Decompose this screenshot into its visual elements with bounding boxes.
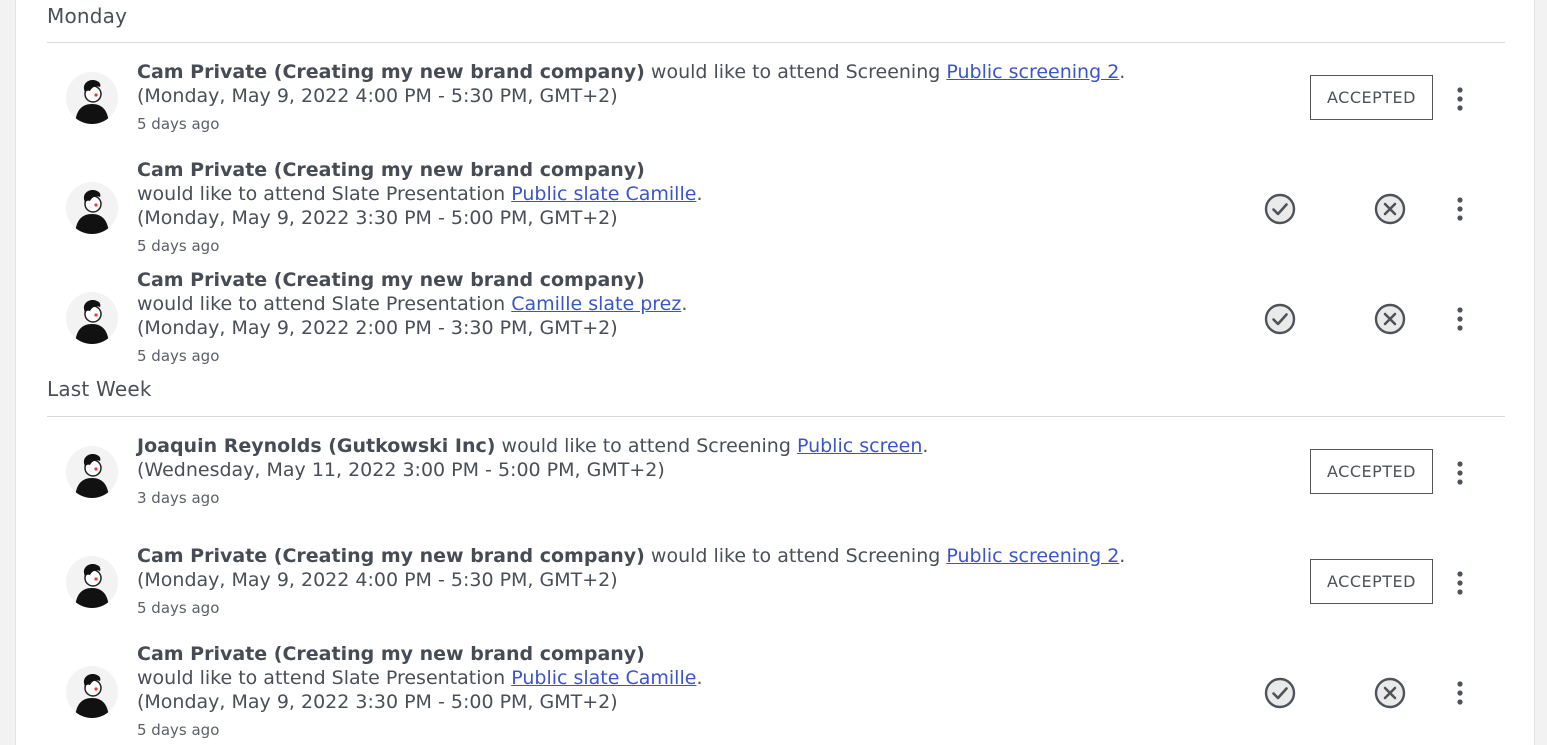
period: . [922,435,929,457]
more-vertical-icon[interactable] [1448,303,1472,335]
notification-row: Cam Private (Creating my new brand compa… [16,158,1534,258]
notification-line: Cam Private (Creating my new brand compa… [137,60,1237,84]
period: . [696,667,703,689]
notification-action: would like to attend Screening [644,61,947,83]
user-avatar-icon[interactable] [66,556,118,608]
period: . [1119,545,1126,567]
notification-action: would like to attend Slate Presentation [137,183,512,205]
notifications-panel: Monday Cam Private (Creating my new bran… [15,0,1535,745]
event-link[interactable]: Camille slate prez [511,293,681,315]
notification-row: Cam Private (Creating my new brand compa… [16,268,1534,368]
period: . [1119,61,1126,83]
section-divider [47,416,1505,417]
event-link[interactable]: Public screening 2 [946,61,1119,83]
event-date: (Monday, May 9, 2022 4:00 PM - 5:30 PM, … [137,85,618,107]
event-link[interactable]: Public screening 2 [946,545,1119,567]
notification-row: Cam Private (Creating my new brand compa… [16,544,1534,634]
x-circle-icon[interactable] [1374,193,1406,225]
notification-line: Cam Private (Creating my new brand compa… [137,544,1237,568]
notification-line: Joaquin Reynolds (Gutkowski Inc) would l… [137,434,1237,458]
event-link[interactable]: Public slate Camille [511,183,696,205]
notification-row: Cam Private (Creating my new brand compa… [16,60,1534,150]
more-vertical-icon[interactable] [1448,677,1472,709]
accepted-status-button[interactable]: ACCEPTED [1310,75,1433,120]
notification-action: would like to attend Screening [644,545,947,567]
x-circle-icon[interactable] [1374,303,1406,335]
more-vertical-icon[interactable] [1448,193,1472,225]
time-ago: 5 days ago [137,599,220,617]
more-vertical-icon[interactable] [1448,83,1472,115]
accepted-status-button[interactable]: ACCEPTED [1310,559,1433,604]
period: . [696,183,703,205]
section-divider [47,42,1505,43]
time-ago: 3 days ago [137,489,220,507]
user-avatar-icon[interactable] [66,666,118,718]
notification-row: Cam Private (Creating my new brand compa… [16,642,1534,745]
time-ago: 5 days ago [137,721,220,739]
notification-action: would like to attend Slate Presentation [137,293,512,315]
user-avatar-icon[interactable] [66,292,118,344]
user-avatar-icon[interactable] [66,182,118,234]
notification-action: would like to attend Screening [495,435,797,457]
event-date: (Monday, May 9, 2022 4:00 PM - 5:30 PM, … [137,569,618,591]
event-link[interactable]: Public slate Camille [511,667,696,689]
check-circle-icon[interactable] [1264,303,1296,335]
notification-content: Cam Private (Creating my new brand compa… [137,268,1237,366]
time-ago: 5 days ago [137,115,220,133]
notification-row: Joaquin Reynolds (Gutkowski Inc) would l… [16,434,1534,524]
notification-line: would like to attend Slate Presentation … [137,182,1237,206]
event-link[interactable]: Public screen [797,435,922,457]
requester-name: Joaquin Reynolds (Gutkowski Inc) [137,435,496,457]
notification-line: would like to attend Slate Presentation … [137,292,1237,316]
notification-content: Cam Private (Creating my new brand compa… [137,642,1237,740]
time-ago: 5 days ago [137,347,220,365]
event-date: (Monday, May 9, 2022 3:30 PM - 5:00 PM, … [137,207,618,229]
event-date: (Wednesday, May 11, 2022 3:00 PM - 5:00 … [137,459,665,481]
check-circle-icon[interactable] [1264,677,1296,709]
time-ago: 5 days ago [137,237,220,255]
notification-content: Cam Private (Creating my new brand compa… [137,544,1237,618]
x-circle-icon[interactable] [1374,677,1406,709]
user-avatar-icon[interactable] [66,72,118,124]
notification-action: would like to attend Slate Presentation [137,667,512,689]
notification-content: Cam Private (Creating my new brand compa… [137,60,1237,134]
requester-name: Cam Private (Creating my new brand compa… [137,269,645,291]
notification-content: Joaquin Reynolds (Gutkowski Inc) would l… [137,434,1237,508]
requester-name: Cam Private (Creating my new brand compa… [137,159,645,181]
event-date: (Monday, May 9, 2022 3:30 PM - 5:00 PM, … [137,691,618,713]
more-vertical-icon[interactable] [1448,567,1472,599]
accepted-status-button[interactable]: ACCEPTED [1310,449,1433,494]
requester-name: Cam Private (Creating my new brand compa… [137,545,645,567]
requester-name: Cam Private (Creating my new brand compa… [137,643,645,665]
requester-name: Cam Private (Creating my new brand compa… [137,61,645,83]
event-date: (Monday, May 9, 2022 2:00 PM - 3:30 PM, … [137,317,618,339]
more-vertical-icon[interactable] [1448,457,1472,489]
check-circle-icon[interactable] [1264,193,1296,225]
notification-line: would like to attend Slate Presentation … [137,666,1237,690]
section-title-last-week: Last Week [47,377,152,401]
notification-content: Cam Private (Creating my new brand compa… [137,158,1237,256]
period: . [681,293,688,315]
user-avatar-icon[interactable] [66,446,118,498]
section-title-monday: Monday [47,4,128,28]
